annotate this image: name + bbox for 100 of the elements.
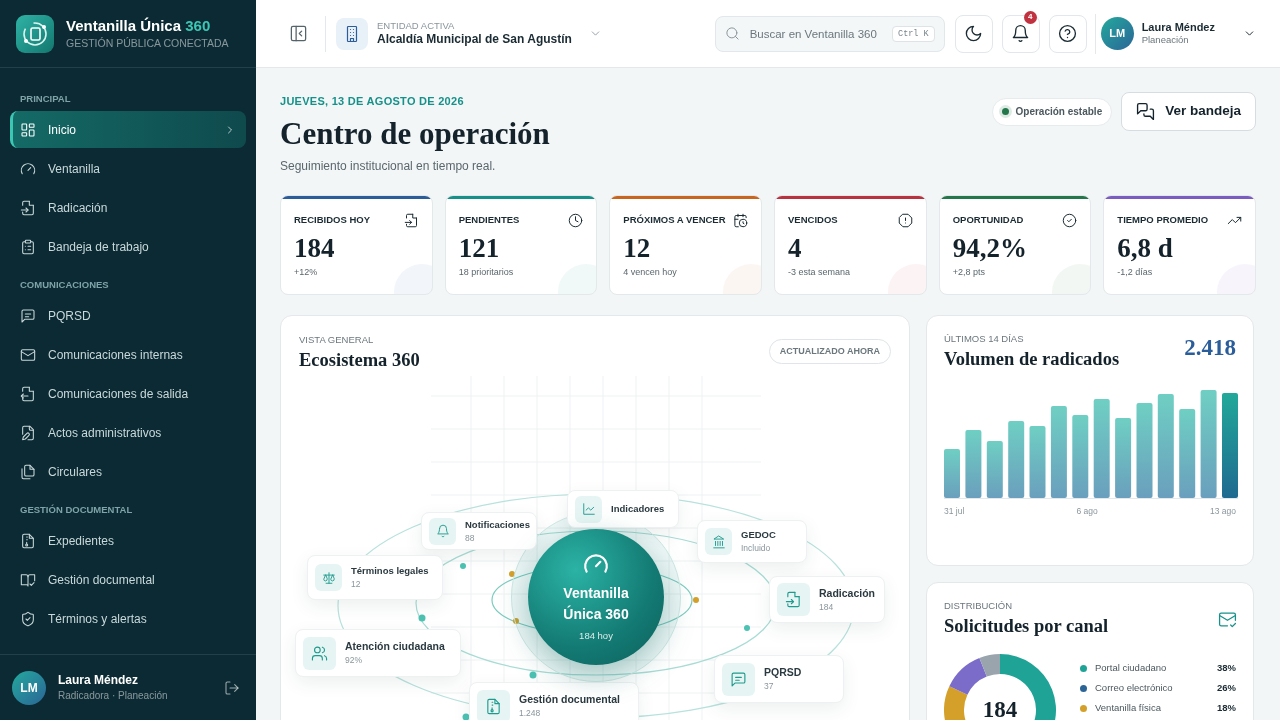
stat-label: VENCIDOS bbox=[788, 213, 838, 228]
updated-pill: ACTUALIZADO AHORA bbox=[768, 339, 891, 364]
module-node[interactable]: Radicación 184 bbox=[769, 576, 885, 623]
sidebar-item[interactable]: Gestión documental bbox=[10, 561, 246, 598]
module-node[interactable]: Notificaciones 88 bbox=[421, 512, 537, 550]
help-button[interactable] bbox=[1048, 14, 1087, 53]
axis-label: 13 ago bbox=[1210, 505, 1236, 518]
module-node[interactable]: Indicadores bbox=[567, 490, 679, 528]
message-icon bbox=[730, 670, 747, 688]
file-import-icon bbox=[20, 199, 36, 216]
scale-icon bbox=[321, 570, 336, 585]
help-icon bbox=[1058, 24, 1078, 43]
node-title: Radicación bbox=[819, 586, 876, 600]
sidebar-item[interactable]: Circulares bbox=[10, 453, 246, 490]
node-title: Términos legales bbox=[351, 565, 429, 578]
legend-label: Portal ciudadano bbox=[1095, 661, 1168, 676]
file-pen-icon bbox=[20, 424, 36, 441]
sidebar-item[interactable]: Comunicaciones internas bbox=[10, 336, 246, 373]
logo-icon bbox=[16, 14, 54, 53]
node-value: 92% bbox=[345, 655, 363, 666]
orbit-dot bbox=[744, 625, 750, 631]
axis-label: 31 jul bbox=[944, 505, 965, 518]
stat-value: 184 bbox=[294, 233, 336, 263]
user-role: Radicadora · Planeación bbox=[58, 689, 169, 703]
chat-icon bbox=[1136, 102, 1156, 121]
section-label: COMUNICACIONES bbox=[19, 278, 110, 292]
gauge-icon bbox=[20, 160, 36, 177]
page-subtitle: Seguimiento institucional en tiempo real. bbox=[280, 158, 497, 175]
file-icon bbox=[485, 697, 502, 715]
entity-selector[interactable]: ENTIDAD ACTIVA Alcaldía Municipal de San Agustín bbox=[336, 17, 610, 50]
orbit-dot bbox=[460, 563, 466, 569]
stat-label: RECIBIDOS HOY bbox=[294, 213, 370, 228]
check-circle-icon bbox=[1062, 213, 1078, 228]
module-node[interactable]: Gestión documental 1.248 bbox=[469, 682, 639, 720]
chart-bar bbox=[1029, 426, 1046, 498]
node-value: 184 bbox=[819, 601, 835, 613]
node-value: 12 bbox=[351, 579, 362, 590]
brand-tagline: GESTIÓN PÚBLICA CONECTADA bbox=[66, 37, 229, 51]
card-title: Volumen de radicados bbox=[944, 348, 1121, 370]
alert-icon bbox=[897, 213, 913, 228]
sidebar-item[interactable]: Radicación bbox=[10, 189, 246, 226]
sidebar-item[interactable]: Términos y alertas bbox=[10, 600, 246, 637]
node-value: 88 bbox=[465, 532, 476, 544]
file-import-icon bbox=[785, 591, 802, 608]
stat-label: TIEMPO PROMEDIO bbox=[1117, 213, 1209, 228]
orbit-dot bbox=[693, 597, 699, 603]
module-node[interactable]: Atención ciudadana 92% bbox=[295, 629, 461, 677]
page-title: Centro de operación bbox=[280, 116, 551, 152]
moon-icon bbox=[964, 24, 984, 43]
sidebar-panel-icon bbox=[288, 24, 308, 43]
legend-label: Correo electrónico bbox=[1095, 681, 1174, 696]
logout-icon bbox=[224, 679, 240, 696]
sidebar-item[interactable]: PQRSD bbox=[10, 297, 246, 334]
mail-icon bbox=[20, 346, 36, 363]
node-title: Indicadores bbox=[611, 503, 665, 515]
bell-icon bbox=[435, 524, 450, 538]
node-title: PQRSD bbox=[764, 666, 802, 680]
orbit-dot bbox=[509, 571, 515, 577]
notifications-button[interactable] bbox=[1001, 14, 1040, 53]
date-label: JUEVES, 13 DE AGOSTO DE 2026 bbox=[280, 94, 465, 108]
node-title: Atención ciudadana bbox=[345, 640, 445, 654]
donut-total: 184 bbox=[981, 695, 1019, 720]
chart-bar bbox=[986, 441, 1003, 498]
legend-value: 38% bbox=[1217, 661, 1236, 676]
clock-icon bbox=[568, 213, 584, 228]
notification-badge: 4 bbox=[1023, 10, 1037, 24]
sidebar-item[interactable]: Bandeja de trabajo bbox=[10, 228, 246, 265]
stat-label: PRÓXIMOS A VENCER bbox=[623, 213, 726, 228]
view-inbox-button[interactable]: Ver bandeja bbox=[1121, 92, 1256, 131]
stat-delta: 18 prioritarios bbox=[458, 266, 515, 279]
sidebar-item[interactable]: Inicio bbox=[10, 111, 246, 148]
sidebar-item[interactable]: Ventanilla bbox=[10, 150, 246, 187]
file-import-icon bbox=[403, 213, 419, 228]
stat-delta: +2,8 pts bbox=[952, 266, 986, 279]
user-menu[interactable]: LM Laura Méndez Planeación bbox=[1100, 17, 1256, 50]
section-label: PRINCIPAL bbox=[19, 92, 72, 106]
node-title: GEDOC bbox=[741, 529, 776, 542]
stat-value: 121 bbox=[458, 233, 501, 263]
orbit-dot bbox=[418, 614, 426, 622]
sidebar-item[interactable]: Expedientes bbox=[10, 522, 246, 559]
card-eyebrow: ÚLTIMOS 14 DÍAS bbox=[944, 333, 1025, 345]
sidebar-item[interactable]: Comunicaciones de salida bbox=[10, 375, 246, 412]
user-avatar: LM bbox=[12, 670, 46, 705]
landmark-icon bbox=[711, 534, 726, 549]
stat-delta: -3 esta semana bbox=[788, 266, 852, 279]
hub-title: Ventanilla Única 360 bbox=[562, 583, 630, 624]
node-value: 37 bbox=[764, 681, 775, 692]
stat-label: OPORTUNIDAD bbox=[952, 213, 1024, 228]
sidebar-item[interactable]: Actos administrativos bbox=[10, 414, 246, 451]
files-icon bbox=[20, 463, 36, 480]
total-value: 2.418 bbox=[1184, 335, 1236, 361]
line-chart-icon bbox=[581, 502, 596, 516]
module-node[interactable]: PQRSD 37 bbox=[714, 655, 844, 703]
module-node[interactable]: Términos legales 12 bbox=[307, 555, 443, 600]
search-icon bbox=[724, 25, 740, 41]
module-node[interactable]: GEDOC Incluido bbox=[697, 520, 807, 563]
hub-value: 184 hoy bbox=[579, 628, 613, 643]
card-eyebrow: DISTRIBUCIÓN bbox=[944, 600, 1014, 612]
theme-toggle-button[interactable] bbox=[954, 14, 993, 53]
axis-label: 6 ago bbox=[1076, 505, 1098, 518]
